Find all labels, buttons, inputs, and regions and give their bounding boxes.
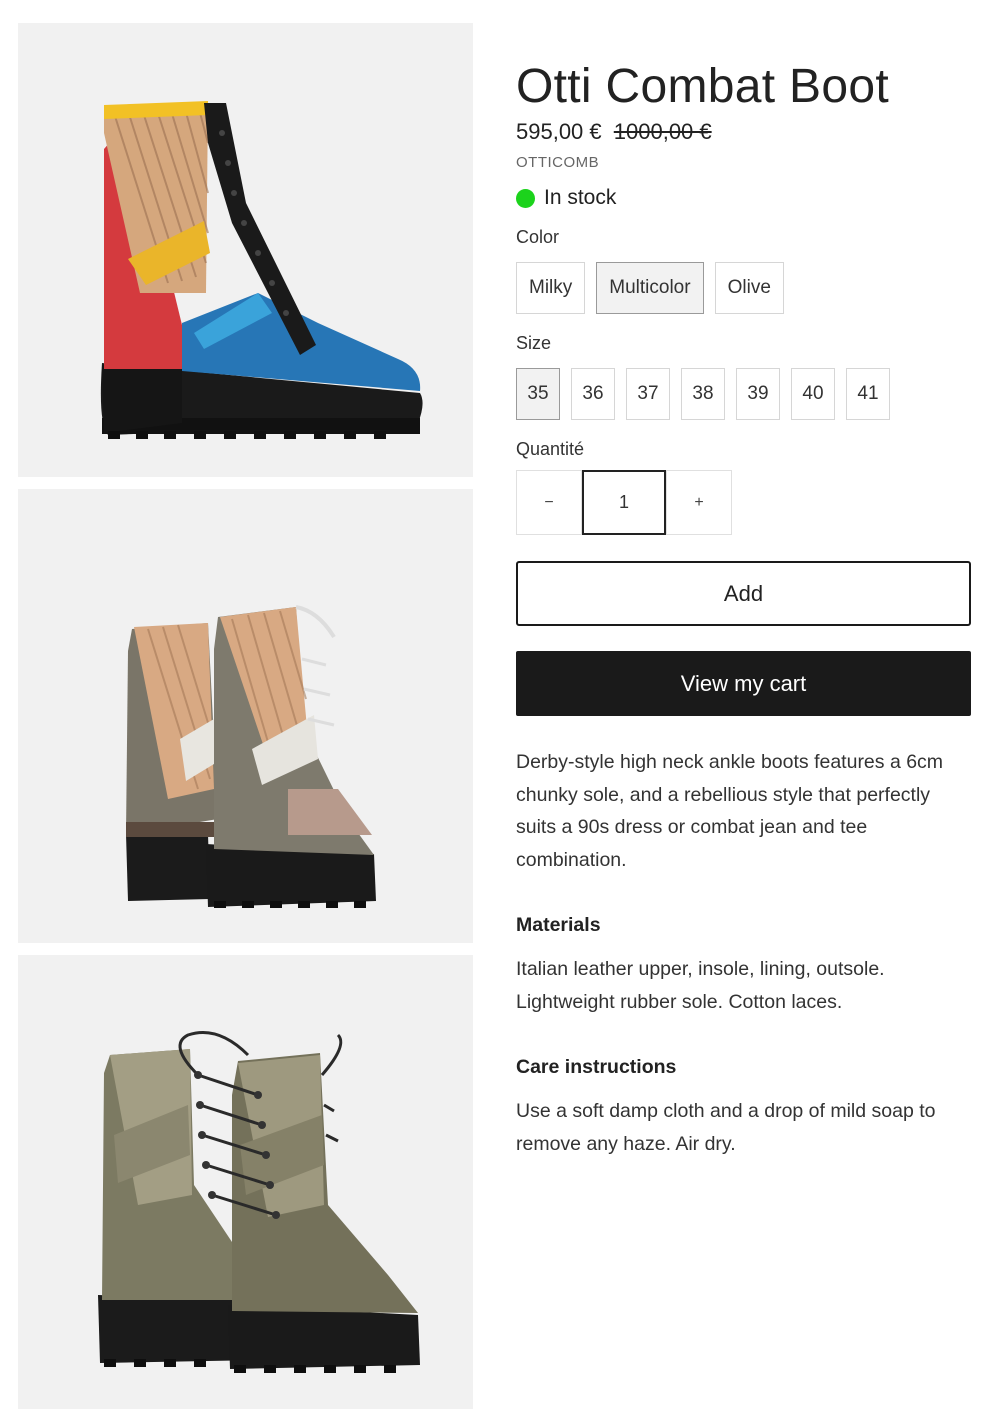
- product-image-2[interactable]: [18, 489, 473, 943]
- sale-price: 595,00 €: [516, 119, 602, 144]
- price-row: 595,00 € 1000,00 €: [516, 116, 972, 148]
- quantity-stepper: − +: [516, 470, 972, 535]
- multicolor-boots-back-illustration: [126, 605, 376, 908]
- quantity-increase-button[interactable]: +: [666, 470, 732, 535]
- in-stock-dot-icon: [516, 188, 535, 208]
- color-label: Color: [516, 227, 560, 247]
- stock-status: In stock: [516, 184, 972, 212]
- materials-body: Italian leather upper, insole, lining, o…: [516, 958, 885, 1013]
- color-option-multicolor[interactable]: Multicolor: [596, 262, 704, 314]
- size-option-41[interactable]: 41: [846, 368, 890, 420]
- color-option-milky[interactable]: Milky: [516, 262, 586, 314]
- add-to-cart-button[interactable]: Add: [516, 561, 971, 626]
- olive-boots-illustration: [98, 1031, 420, 1373]
- quantity-input[interactable]: [582, 470, 666, 535]
- size-option-35[interactable]: 35: [516, 368, 560, 420]
- care-title: Care instructions: [516, 1056, 677, 1078]
- view-cart-button[interactable]: View my cart: [516, 651, 971, 716]
- product-title: Otti Combat Boot: [516, 60, 889, 113]
- size-option-38[interactable]: 38: [681, 368, 725, 420]
- color-options: Milky Multicolor Olive: [516, 262, 972, 314]
- compare-price: 1000,00 €: [613, 119, 712, 144]
- product-info: Otti Combat Boot 595,00 € 1000,00 € OTTI…: [516, 58, 972, 1160]
- size-options: 35 36 37 38 39 40 41: [516, 368, 972, 420]
- size-option-37[interactable]: 37: [626, 368, 670, 420]
- size-option-40[interactable]: 40: [791, 368, 835, 420]
- product-image-3[interactable]: [18, 955, 473, 1409]
- product-image-1[interactable]: [18, 23, 473, 477]
- size-option-36[interactable]: 36: [571, 368, 615, 420]
- size-label: Size: [516, 333, 552, 353]
- quantity-label: Quantité: [516, 439, 585, 459]
- product-sku: OTTICOMB: [516, 154, 600, 171]
- size-option-39[interactable]: 39: [736, 368, 780, 420]
- color-option-olive[interactable]: Olive: [714, 262, 784, 314]
- multicolor-boot-illustration: [100, 101, 423, 439]
- product-description: Derby-style high neck ankle boots featur…: [516, 751, 944, 871]
- materials-title: Materials: [516, 914, 601, 936]
- care-body: Use a soft damp cloth and a drop of mild…: [516, 1100, 936, 1155]
- stock-label: In stock: [544, 186, 617, 209]
- quantity-decrease-button[interactable]: −: [516, 470, 582, 535]
